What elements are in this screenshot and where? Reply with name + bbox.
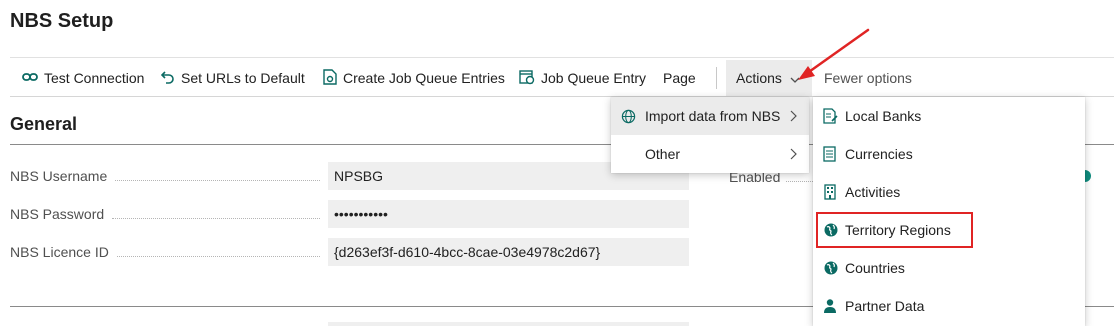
menu-item-local-banks[interactable]: Local Banks	[813, 97, 1085, 135]
set-urls-button[interactable]: Set URLs to Default	[160, 60, 305, 96]
page-label: Page	[663, 70, 696, 86]
field-label-username: NBS Username	[10, 162, 328, 190]
person-icon	[823, 298, 841, 314]
chevron-right-icon	[790, 147, 797, 163]
set-urls-label: Set URLs to Default	[181, 70, 305, 86]
title-divider	[10, 57, 1114, 58]
password-field[interactable]: •••••••••••	[328, 200, 689, 228]
menu-item-label: Other	[645, 146, 681, 162]
section-title-general[interactable]: General	[10, 114, 77, 135]
chevron-right-icon	[790, 109, 797, 125]
field-label-password: NBS Password	[10, 200, 328, 228]
menu-item-partner-data[interactable]: Partner Data	[813, 287, 1085, 325]
document-gear-icon	[323, 68, 337, 88]
menu-item-label: Countries	[845, 260, 905, 276]
toolbar-separator	[716, 67, 717, 89]
licence-id-field[interactable]: {d263ef3f-d610-4bcc-8cae-03e4978c2d67}	[328, 238, 689, 266]
annotation-highlight-box	[816, 212, 973, 248]
enabled-toggle[interactable]	[1085, 170, 1091, 182]
link-icon	[22, 70, 38, 86]
actions-dropdown: Import data from NBS Other	[611, 97, 809, 173]
globe-icon	[823, 260, 841, 276]
building-icon	[823, 184, 841, 200]
document-edit-icon	[823, 108, 841, 124]
field-label-licence-id: NBS Licence ID	[10, 238, 328, 266]
menu-item-other[interactable]: Other	[611, 135, 809, 173]
calendar-clock-icon	[519, 69, 535, 88]
menu-item-label: Activities	[845, 184, 901, 200]
create-job-queue-entries-button[interactable]: Create Job Queue Entries	[323, 60, 505, 96]
fewer-options-label: Fewer options	[824, 70, 912, 86]
menu-item-currencies[interactable]: Currencies	[813, 135, 1085, 173]
job-queue-entry-label: Job Queue Entry	[541, 70, 647, 86]
menu-item-countries[interactable]: Countries	[813, 249, 1085, 287]
actions-menu-button[interactable]: Actions	[726, 60, 812, 96]
test-connection-label: Test Connection	[44, 70, 145, 86]
menu-item-import-data[interactable]: Import data from NBS	[611, 97, 809, 135]
undo-icon	[160, 70, 175, 87]
partial-field[interactable]	[328, 322, 689, 326]
create-job-queue-label: Create Job Queue Entries	[343, 70, 505, 86]
page-title: NBS Setup	[10, 10, 114, 32]
job-queue-entry-button[interactable]: Job Queue Entry	[519, 60, 646, 96]
action-bar: Test Connection Set URLs to Default Crea…	[0, 60, 1114, 96]
test-connection-button[interactable]: Test Connection	[22, 60, 144, 96]
document-list-icon	[823, 146, 841, 162]
actions-label: Actions	[736, 70, 782, 86]
page-menu-button[interactable]: Page	[663, 60, 696, 96]
fewer-options-button[interactable]: Fewer options	[824, 60, 912, 96]
menu-item-label: Currencies	[845, 146, 913, 162]
menu-item-activities[interactable]: Activities	[813, 173, 1085, 211]
menu-item-label: Local Banks	[845, 108, 922, 124]
menu-item-label: Partner Data	[845, 298, 925, 314]
menu-item-label: Import data from NBS	[645, 108, 781, 124]
globe-icon	[621, 109, 639, 124]
chevron-down-icon	[790, 70, 800, 86]
